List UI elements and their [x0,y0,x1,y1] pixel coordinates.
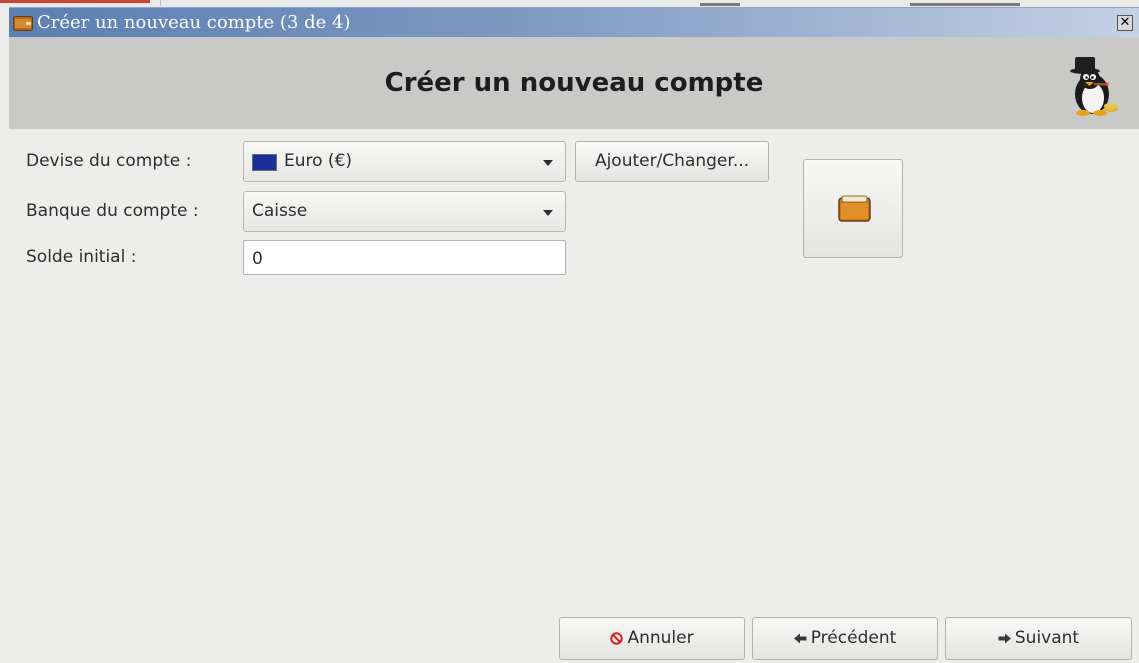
wallet-icon [13,16,33,31]
chevron-down-icon [543,210,553,216]
window-title: Créer un nouveau compte (3 de 4) [37,12,351,33]
taskbar-separator [160,0,161,6]
taskbar-fragment [910,3,1020,6]
chevron-down-icon [543,160,553,166]
bank-combo[interactable]: Caisse [243,191,566,232]
initial-balance-input[interactable]: 0 [243,240,566,275]
currency-label: Devise du compte : [26,151,192,171]
balance-label: Solde initial : [26,247,137,267]
folder-wallet-icon [838,195,871,222]
currency-combo-value: Euro (€) [284,151,353,171]
cancel-button[interactable]: Annuler [559,617,745,660]
eu-flag-icon [252,154,277,171]
penguin-mascot-icon [1070,57,1118,116]
next-button[interactable]: Suivant [945,617,1132,660]
add-change-button[interactable]: Ajouter/Changer... [575,141,769,182]
taskbar-fragment [700,3,740,6]
window-close-button[interactable]: ✕ [1117,15,1133,31]
window-titlebar[interactable]: Créer un nouveau compte (3 de 4) ✕ [9,7,1139,38]
page-title: Créer un nouveau compte [384,68,764,98]
bank-label: Banque du compte : [26,201,199,221]
previous-button-label: Précédent [810,628,897,648]
account-type-icon-button[interactable] [803,159,903,258]
assistant-header: Créer un nouveau compte [9,37,1139,129]
initial-balance-value: 0 [252,249,263,269]
arrow-left-icon [793,633,807,643]
next-button-label: Suivant [1014,628,1080,648]
taskbar-accent [0,0,150,3]
bank-combo-value: Caisse [252,201,308,221]
cancel-button-label: Annuler [627,628,694,648]
currency-combo[interactable]: Euro (€) [243,141,566,182]
arrow-right-icon [998,633,1011,643]
previous-button[interactable]: Précédent [752,617,938,660]
add-change-button-label: Ajouter/Changer... [594,151,750,171]
close-icon: ✕ [1119,15,1131,30]
desktop-background-strip [0,0,1139,7]
stop-icon [610,631,624,645]
